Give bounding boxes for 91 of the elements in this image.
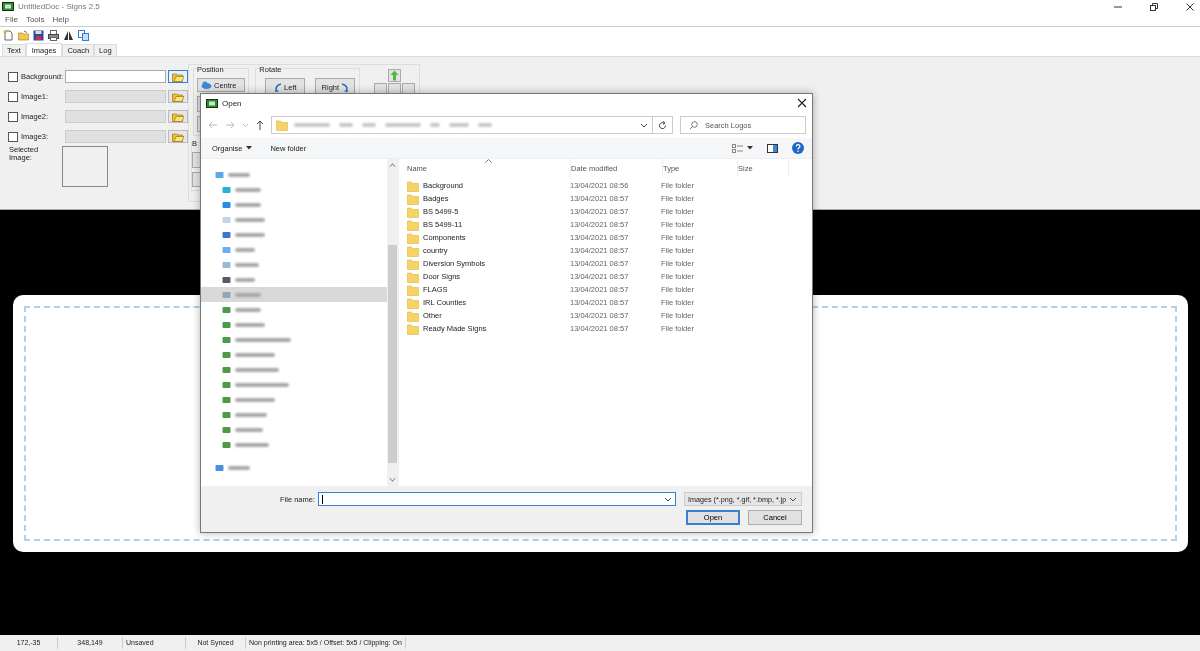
open-folder-icon	[172, 71, 184, 82]
view-menu[interactable]	[732, 143, 753, 153]
help-icon[interactable]	[792, 142, 804, 154]
new-document-icon[interactable]	[3, 29, 14, 41]
mirror-icon[interactable]	[63, 29, 74, 41]
blurred-label	[235, 217, 265, 222]
drive-icon	[215, 463, 224, 472]
blurred-label	[235, 247, 255, 252]
view-icon	[732, 143, 743, 153]
back-arrow-icon[interactable]	[208, 121, 218, 129]
folder-icon	[276, 119, 288, 131]
open-folder-icon	[172, 111, 184, 122]
blurred-label	[235, 292, 261, 297]
blurred-label	[235, 337, 291, 342]
blurred-label	[228, 465, 250, 470]
forward-arrow-icon[interactable]	[225, 121, 235, 129]
open-folder-icon	[172, 131, 184, 142]
blurred-path-segment	[449, 123, 469, 127]
copy-icon[interactable]	[78, 29, 89, 41]
input-field[interactable]	[65, 70, 166, 83]
refresh-icon	[658, 120, 667, 130]
app-icon	[206, 97, 218, 109]
up-arrow-icon[interactable]	[256, 120, 264, 130]
folder-icon	[407, 192, 419, 205]
blurred-path-segment	[385, 123, 421, 127]
window-title: UntitledDoc - Signs 2.5	[18, 2, 100, 11]
blurred-label	[235, 352, 275, 357]
refresh-button[interactable]	[652, 116, 673, 134]
blurred-path-segment	[430, 123, 440, 127]
blurred-label	[235, 232, 265, 237]
chevron-down-icon	[664, 496, 672, 502]
nav-item[interactable]	[201, 287, 387, 302]
folder-icon	[407, 270, 419, 283]
folder-icon	[407, 296, 419, 309]
cloud-icon	[201, 81, 212, 89]
browse-button[interactable]	[168, 130, 188, 143]
print-icon[interactable]	[48, 29, 59, 41]
caret-icon	[246, 146, 253, 150]
close-icon[interactable]	[797, 98, 807, 108]
folder-icon	[407, 179, 419, 192]
menu-item[interactable]: Tools	[25, 15, 45, 24]
text-cursor	[322, 494, 323, 504]
close-icon[interactable]	[1185, 1, 1195, 12]
blurred-label	[235, 442, 269, 447]
scrollbar[interactable]	[387, 159, 398, 486]
blurred-label	[235, 202, 261, 207]
blurred-label	[228, 172, 250, 177]
chevron-down-icon[interactable]	[640, 122, 648, 128]
folder-icon	[407, 309, 419, 322]
dialog-title: Open	[222, 98, 242, 108]
checkbox[interactable]	[8, 71, 18, 82]
preview-pane-icon[interactable]	[767, 143, 778, 153]
folder-icon	[407, 205, 419, 218]
blurred-path-segment	[478, 123, 492, 127]
scroll-thumb[interactable]	[388, 245, 397, 463]
blurred-label	[235, 367, 279, 372]
blurred-path-segment	[362, 123, 376, 127]
blurred-label	[235, 427, 263, 432]
image-preview	[62, 146, 108, 187]
sort-caret-icon	[485, 159, 492, 163]
app-icon	[2, 1, 14, 12]
up-button[interactable]	[388, 69, 401, 82]
browse-button[interactable]	[168, 90, 188, 103]
chevron-down-icon	[789, 496, 798, 502]
blurred-label	[235, 397, 275, 402]
open-folder-icon	[172, 91, 184, 102]
menu-item[interactable]: Help	[52, 15, 70, 24]
folder-icon	[407, 257, 419, 270]
browse-button[interactable]	[168, 70, 188, 83]
save-icon[interactable]	[33, 29, 44, 41]
blurred-path-segment	[339, 123, 353, 127]
menu-item[interactable]: File	[5, 15, 18, 24]
file-name-field[interactable]	[318, 492, 676, 506]
blurred-label	[235, 187, 261, 192]
blurred-label	[235, 322, 265, 327]
blurred-label	[235, 412, 267, 417]
blurred-label	[235, 277, 255, 282]
folder-icon	[407, 322, 419, 335]
folder-icon	[407, 218, 419, 231]
folder-icon	[407, 231, 419, 244]
blurred-label	[235, 382, 289, 387]
blurred-label	[235, 262, 259, 267]
folder-icon	[407, 244, 419, 257]
blurred-path-segment	[294, 123, 330, 127]
folder-icon	[407, 283, 419, 296]
caret-icon	[747, 146, 753, 150]
browse-button[interactable]	[168, 110, 188, 123]
blurred-label	[235, 307, 261, 312]
search-icon	[689, 121, 698, 130]
up-arrow-icon	[390, 70, 399, 81]
restore-icon[interactable]	[1149, 1, 1159, 12]
